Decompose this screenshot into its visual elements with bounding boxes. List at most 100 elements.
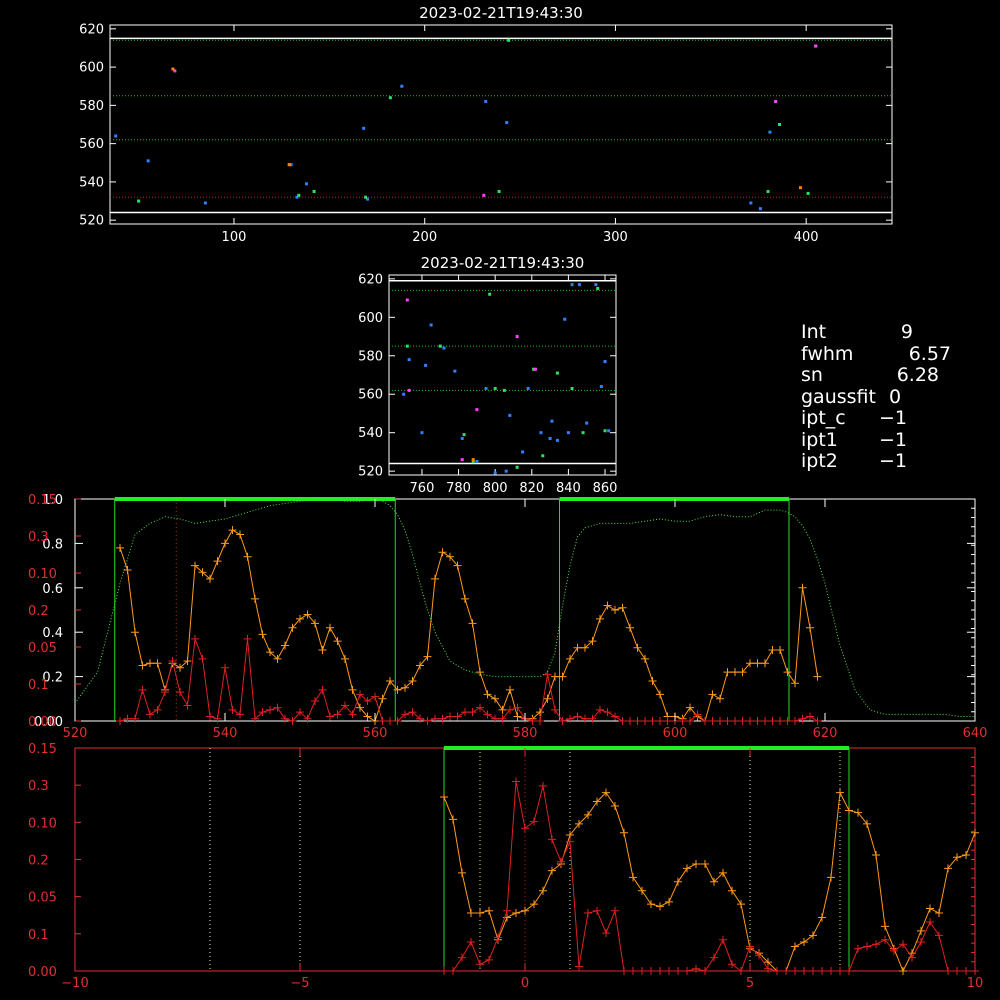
data-marker	[584, 909, 592, 918]
data-marker	[723, 668, 732, 677]
data-marker	[633, 717, 642, 725]
data-marker	[761, 717, 769, 725]
data-point	[146, 159, 150, 163]
data-marker	[800, 967, 808, 975]
data-marker	[806, 712, 814, 721]
data-point	[555, 371, 559, 375]
data-point	[749, 201, 753, 205]
x-tick-label: 820	[519, 481, 544, 496]
data-marker	[566, 714, 574, 723]
data-marker	[791, 942, 799, 951]
data-marker	[176, 688, 184, 697]
data-point	[508, 413, 512, 417]
data-marker	[468, 619, 477, 628]
y-tick-label: 580	[79, 99, 104, 114]
data-marker	[618, 717, 627, 725]
data-marker	[548, 866, 556, 875]
data-marker	[221, 539, 229, 548]
data-marker	[827, 967, 835, 975]
data-marker	[458, 953, 466, 962]
info-value: −1	[878, 428, 907, 451]
plot-frame	[109, 24, 893, 225]
data-marker	[872, 940, 880, 949]
data-marker	[551, 672, 559, 681]
data-point	[493, 386, 497, 390]
data-marker	[935, 909, 943, 918]
info-value: −1	[878, 450, 907, 472]
data-point	[777, 123, 781, 126]
data-point	[581, 431, 585, 435]
data-marker	[683, 864, 691, 873]
data-point	[758, 207, 762, 211]
data-point	[497, 189, 501, 193]
y-tick-label: 0.10	[28, 816, 57, 831]
data-marker	[431, 574, 439, 583]
data-marker	[548, 835, 556, 844]
data-marker	[926, 917, 934, 926]
data-marker	[228, 705, 237, 714]
data-marker	[626, 717, 634, 725]
info-row-sn: sn 6.28	[801, 364, 951, 387]
data-marker	[281, 714, 289, 723]
data-marker	[629, 873, 637, 882]
data-marker	[543, 694, 552, 703]
data-marker	[557, 857, 565, 866]
data-marker	[438, 548, 447, 557]
data-marker	[620, 967, 628, 975]
data-point	[603, 429, 607, 433]
data-marker	[633, 643, 642, 652]
info-key: fwhm	[801, 342, 854, 365]
data-marker	[944, 967, 952, 975]
x-tick-label: 780	[446, 481, 471, 496]
data-marker	[371, 692, 379, 701]
window-box	[114, 498, 396, 721]
data-marker	[836, 788, 844, 797]
data-marker	[512, 777, 520, 786]
x-tick-label: −10	[61, 976, 88, 991]
data-marker	[782, 967, 790, 975]
data-marker	[449, 967, 457, 975]
data-marker	[153, 705, 162, 714]
data-marker	[438, 714, 447, 723]
data-marker	[146, 710, 154, 719]
data-marker	[665, 967, 673, 975]
data-marker	[648, 677, 657, 686]
data-point	[563, 317, 567, 321]
x-tick-label: 860	[593, 481, 618, 496]
data-point	[599, 385, 603, 389]
data-marker	[206, 712, 214, 721]
data-marker	[581, 714, 589, 723]
data-marker	[530, 900, 538, 909]
data-marker	[146, 659, 154, 668]
y-tick-label: 0.2	[28, 604, 49, 619]
data-marker	[791, 717, 799, 725]
data-marker	[663, 717, 672, 725]
data-marker	[251, 594, 259, 603]
info-row-gaussfit: gaussfit 0	[801, 386, 951, 409]
data-marker	[611, 801, 619, 810]
data-marker	[908, 953, 916, 962]
data-point	[502, 388, 506, 392]
data-marker	[761, 659, 769, 668]
data-marker	[776, 645, 784, 654]
data-marker	[153, 659, 162, 668]
data-marker	[131, 628, 139, 637]
data-point	[493, 471, 497, 475]
data-point	[577, 283, 581, 287]
data-marker	[641, 654, 649, 663]
data-marker	[333, 637, 342, 646]
data-point	[460, 436, 464, 440]
data-marker	[701, 967, 709, 975]
data-marker	[449, 815, 457, 824]
data-point	[482, 193, 486, 197]
data-marker	[629, 967, 637, 975]
data-marker	[573, 643, 582, 652]
chart-title: 2023-02-21T19:43:30	[421, 254, 585, 272]
data-marker	[378, 717, 387, 725]
y-tick-label: 0.05	[28, 891, 57, 906]
data-point	[484, 386, 488, 390]
data-point	[453, 369, 457, 373]
info-row-fwhm: fwhm 6.57	[801, 342, 951, 366]
data-marker	[551, 705, 559, 714]
data-marker	[872, 851, 880, 860]
